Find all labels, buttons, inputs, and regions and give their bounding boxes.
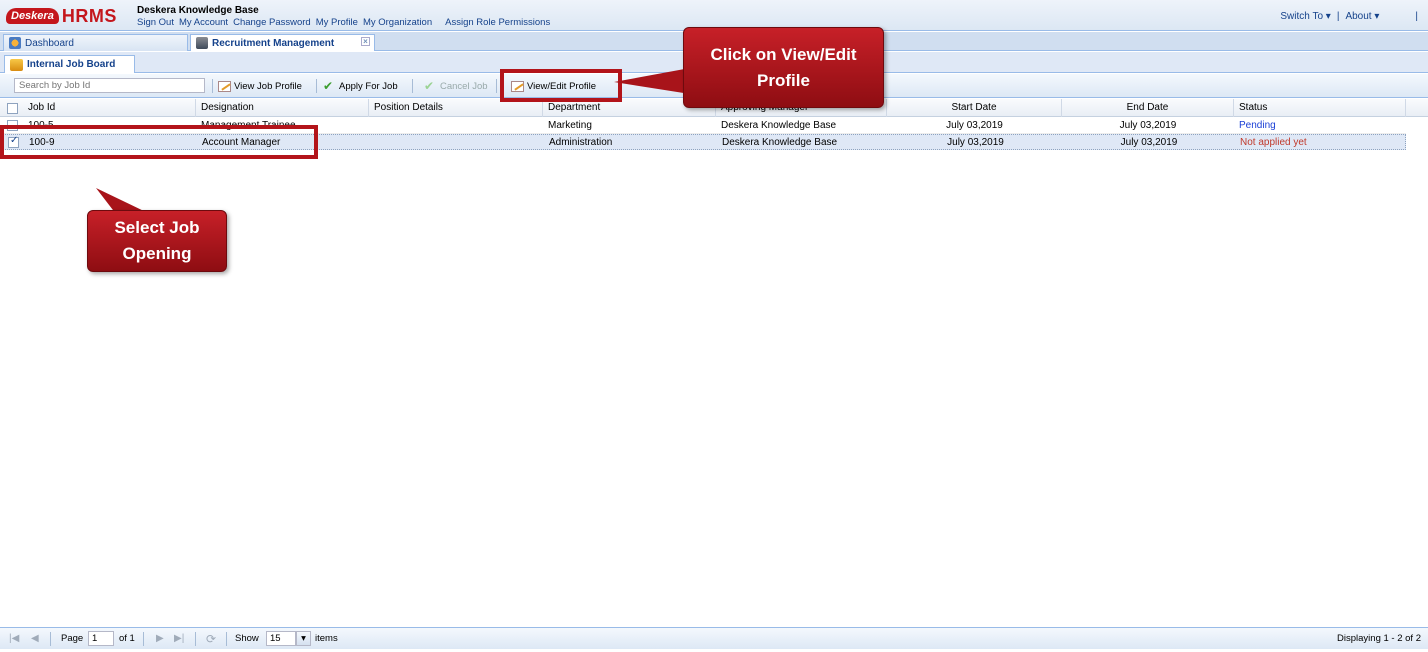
page-label: Page	[61, 633, 84, 644]
top-right-menu: Switch To ▾ | About ▾ |	[1280, 11, 1418, 22]
highlight-selected-row	[0, 125, 318, 159]
toolbar-separator	[212, 79, 213, 93]
edit-icon	[218, 80, 231, 92]
sign-out-link[interactable]: Sign Out	[137, 17, 174, 28]
chevron-down-icon[interactable]: ▾	[296, 631, 311, 646]
callout-tail	[614, 68, 690, 94]
dashboard-icon	[9, 37, 21, 49]
my-account-link[interactable]: My Account	[179, 17, 228, 28]
button-label: Cancel Job	[440, 80, 488, 92]
display-count: Displaying 1 - 2 of 2	[1337, 633, 1421, 644]
pager-separator	[143, 632, 144, 646]
cell-department: Marketing	[548, 120, 592, 131]
column-header-job-id[interactable]: Job Id	[23, 99, 196, 117]
next-page-icon[interactable]: ▶	[156, 632, 164, 646]
apply-for-job-button[interactable]: ✔ Apply For Job	[323, 78, 398, 94]
recruitment-icon	[196, 37, 208, 49]
page-count: of 1	[119, 633, 135, 644]
last-page-icon[interactable]: ▶|	[174, 632, 184, 646]
select-all-checkbox[interactable]	[7, 103, 18, 114]
cell-approving-manager: Deskera Knowledge Base	[721, 120, 837, 131]
cell-start-date: July 03,2019	[947, 137, 1004, 148]
pager-toolbar: |◀ ◀ Page 1 of 1 ▶ ▶| ⟳ Show 15 ▾ items …	[0, 627, 1428, 649]
pager-separator	[226, 632, 227, 646]
org-name: Deskera Knowledge Base	[137, 5, 259, 16]
cell-department: Administration	[549, 137, 613, 148]
check-icon: ✔	[424, 78, 435, 93]
cell-status: Pending	[1239, 120, 1276, 131]
page-number-input[interactable]: 1	[88, 631, 114, 646]
show-label: Show	[235, 633, 259, 644]
logo-badge: Deskera	[6, 8, 59, 24]
pager-separator	[50, 632, 51, 646]
column-header-end-date[interactable]: End Date	[1062, 99, 1234, 117]
column-header-designation[interactable]: Designation	[196, 99, 369, 117]
toolbar-separator	[316, 79, 317, 93]
tab-internal-job-board[interactable]: Internal Job Board	[4, 55, 135, 73]
view-job-profile-button[interactable]: View Job Profile	[218, 78, 302, 94]
about-menu[interactable]: About ▾	[1345, 11, 1379, 22]
cell-end-date: July 03,2019	[1119, 120, 1177, 131]
tab-label: Internal Job Board	[27, 59, 116, 70]
my-organization-link[interactable]: My Organization	[363, 17, 432, 28]
cell-status: Not applied yet	[1240, 137, 1307, 148]
toolbar-separator	[412, 79, 413, 93]
switch-to-menu[interactable]: Switch To ▾	[1280, 11, 1330, 22]
tab-recruitment-management[interactable]: Recruitment Management ×	[190, 34, 375, 51]
check-icon: ✔	[323, 78, 334, 93]
my-profile-link[interactable]: My Profile	[316, 17, 358, 28]
callout-select-job-opening: Select Job Opening	[87, 210, 227, 272]
change-password-link[interactable]: Change Password	[233, 17, 311, 28]
button-label: Apply For Job	[339, 80, 398, 92]
highlight-view-edit-profile	[500, 69, 622, 102]
cancel-job-button[interactable]: ✔ Cancel Job	[424, 78, 488, 94]
deskera-logo[interactable]: Deskera HRMS	[6, 6, 117, 26]
prev-page-icon[interactable]: ◀	[31, 632, 39, 646]
tab-label: Dashboard	[25, 37, 74, 49]
close-icon[interactable]: ×	[361, 37, 370, 46]
column-header-start-date[interactable]: Start Date	[887, 99, 1062, 117]
job-board-icon	[10, 58, 23, 71]
separator: |	[1336, 11, 1340, 22]
tab-dashboard[interactable]: Dashboard	[3, 34, 188, 51]
assign-role-permissions-link[interactable]: Assign Role Permissions	[445, 17, 550, 28]
tab-label: Recruitment Management	[212, 37, 335, 49]
chevron-down-icon: ▾	[1374, 11, 1380, 22]
column-header-status[interactable]: Status	[1234, 99, 1406, 117]
page-size-select[interactable]: 15	[266, 631, 296, 646]
callout-view-edit-profile: Click on View/Edit Profile	[683, 27, 884, 108]
pager-separator	[195, 632, 196, 646]
toolbar-separator	[496, 79, 497, 93]
cell-approving-manager: Deskera Knowledge Base	[722, 137, 838, 148]
first-page-icon[interactable]: |◀	[9, 632, 19, 646]
refresh-icon[interactable]: ⟳	[206, 632, 216, 646]
cell-end-date: July 03,2019	[1120, 137, 1178, 148]
search-input[interactable]	[14, 78, 205, 93]
cell-position-details	[370, 135, 544, 151]
items-label: items	[315, 633, 338, 644]
chevron-down-icon: ▾	[1325, 11, 1331, 22]
cell-start-date: July 03,2019	[946, 120, 1003, 131]
button-label: View Job Profile	[234, 80, 302, 92]
separator: |	[1415, 11, 1418, 22]
cell-position-details	[369, 118, 543, 134]
top-links: Sign Out My Account Change Password My P…	[137, 17, 550, 28]
logo-product: HRMS	[61, 5, 117, 26]
